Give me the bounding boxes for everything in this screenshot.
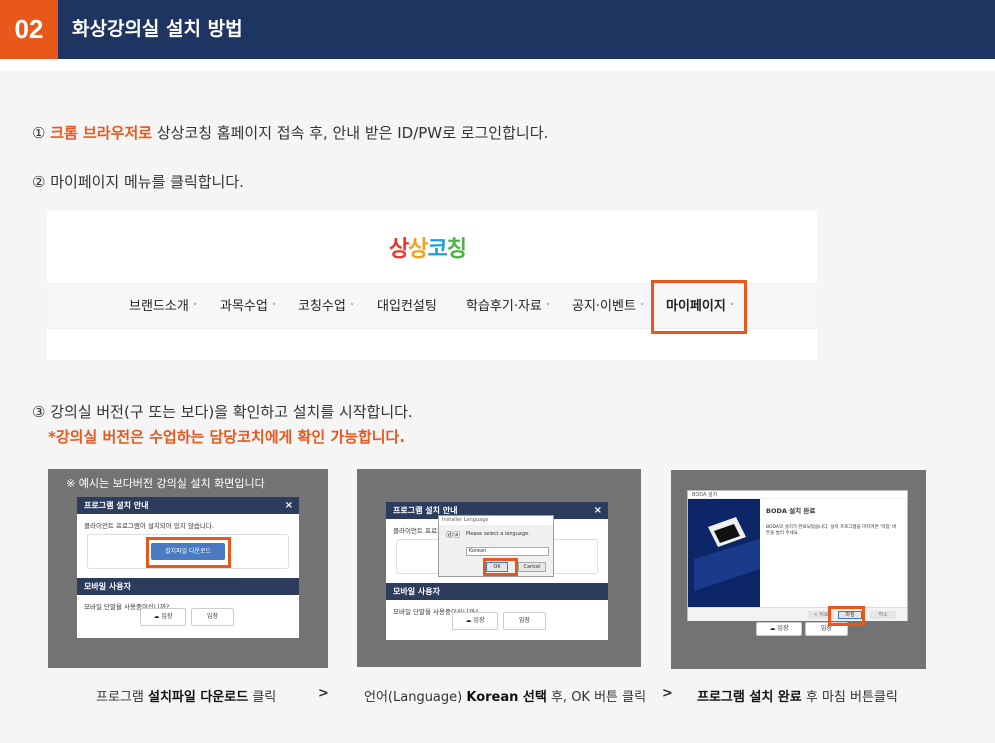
caption-bold: Korean 선택 bbox=[466, 690, 547, 705]
section-title: 화상강의실 설치 방법 bbox=[72, 18, 243, 40]
header-divider bbox=[0, 59, 995, 71]
chevron-down-icon: ˅ bbox=[271, 303, 277, 313]
logo-char-3: 코 bbox=[427, 237, 448, 262]
cancel-button[interactable]: 취소 bbox=[870, 611, 896, 619]
logo-char-1: 상 bbox=[389, 237, 409, 262]
caption-bold: 프로그램 설치 완료 bbox=[697, 690, 802, 705]
caption-text: 후 마침 버튼클릭 bbox=[801, 690, 898, 705]
boda-mascot-icon bbox=[694, 517, 760, 591]
nav-item-reviews[interactable]: 학습후기·자료 ˅ bbox=[466, 284, 550, 330]
mobile-header: 모바일 사용자 bbox=[386, 583, 608, 600]
caption-language: 언어(Language) Korean 선택 후, OK 버튼 클릭 bbox=[364, 686, 646, 705]
step-2: ② 마이페이지 메뉴를 클릭합니다. bbox=[32, 173, 244, 191]
install-complete-heading: BODA 설치 완료 bbox=[766, 507, 816, 515]
cancel-button[interactable]: Cancel bbox=[518, 562, 546, 572]
caption-text: 언어(Language) bbox=[364, 690, 467, 705]
installer-footer: < 뒤로 마침 취소 bbox=[688, 607, 907, 621]
ios-enter-button[interactable]: 입장 bbox=[503, 612, 546, 630]
dialog-header: 프로그램 설치 안내 × bbox=[77, 497, 299, 514]
nav-item-courses[interactable]: 과목수업 ˅ bbox=[220, 284, 276, 330]
caption-text: 프로그램 bbox=[96, 690, 148, 705]
dialog-title: 프로그램 설치 안내 bbox=[84, 501, 149, 510]
site-logo[interactable]: 상상코칭 bbox=[389, 231, 467, 263]
android-enter-button[interactable]: ☁ 입장 bbox=[140, 608, 186, 626]
website-preview: 상상코칭 브랜드소개 ˅ 과목수업 ˅ 코칭수업 ˅ 대입컨설팅 학습후기·자료 ˅ 공… bbox=[47, 211, 817, 360]
nav-label: 공지·이벤트 bbox=[572, 299, 636, 314]
close-icon[interactable]: × bbox=[594, 502, 602, 519]
ios-enter-button[interactable]: 입장 bbox=[191, 608, 234, 626]
nav-label: 과목수업 bbox=[220, 299, 268, 314]
nav-label: 대입컨설팅 bbox=[377, 299, 437, 314]
screenshot-language: 프로그램 설치 안내 × 클라이언트 프로그 모바일 사용자 모바일 단말을 사용… bbox=[357, 469, 641, 667]
step-1-text: 상상코칭 홈페이지 접속 후, 안내 받은 ID/PW로 로그인합니다. bbox=[156, 124, 549, 142]
nav-item-coaching[interactable]: 코칭수업 ˅ bbox=[298, 284, 354, 330]
step-1: ① 크롬 브라우저로 상상코칭 홈페이지 접속 후, 안내 받은 ID/PW로 … bbox=[32, 122, 548, 143]
screenshot-download: ※ 예시는 보다버전 강의실 설치 화면입니다 프로그램 설치 안내 × 클라이언… bbox=[48, 469, 328, 668]
nav-item-notice[interactable]: 공지·이벤트 ˅ bbox=[572, 284, 644, 330]
installer-banner bbox=[688, 499, 760, 607]
nav-item-admission[interactable]: 대입컨설팅 bbox=[377, 284, 437, 330]
android-enter-button[interactable]: ☁ 입장 bbox=[452, 612, 498, 630]
language-select[interactable]: Korean bbox=[466, 547, 549, 556]
chevron-down-icon: ˅ bbox=[639, 303, 645, 313]
android-enter-button[interactable]: ☁ 입장 bbox=[756, 622, 802, 636]
dialog-text: 클라이언트 프로그램이 설치되어 있지 않습니다. bbox=[84, 522, 214, 530]
download-box: 설치파일 다운로드 bbox=[87, 534, 289, 569]
language-dialog-title: Installer Language bbox=[439, 516, 553, 525]
caption-text: 클릭 bbox=[248, 690, 277, 705]
boda-logo-icon: ⓓⓐ bbox=[446, 531, 460, 539]
step-3: ③ 강의실 버전(구 또는 보다)을 확인하고 설치를 시작합니다. bbox=[32, 403, 413, 421]
mobile-title: 모바일 사용자 bbox=[84, 582, 131, 591]
boda-installer: BODA 설치 BODA 설치 완료 BODA의 설치가 완료되었습니다. 설치… bbox=[687, 490, 908, 621]
logo-char-4: 칭 bbox=[446, 237, 467, 262]
step-3-note: *강의실 버전은 수업하는 담당코치에게 확인 가능합니다. bbox=[48, 428, 406, 446]
mypage-highlight bbox=[651, 280, 747, 334]
caption-finish: 프로그램 설치 완료 후 마침 버튼클릭 bbox=[697, 686, 898, 705]
chevron-down-icon: ˅ bbox=[192, 303, 198, 313]
dialog-title: 프로그램 설치 안내 bbox=[393, 506, 458, 515]
nav-label: 코칭수업 bbox=[298, 299, 346, 314]
mobile-title: 모바일 사용자 bbox=[393, 587, 440, 596]
install-complete-body: BODA의 설치가 완료되었습니다. 설치 프로그램을 마치려면 '마침' 버튼… bbox=[766, 525, 897, 536]
nav-label: 학습후기·자료 bbox=[466, 299, 542, 314]
install-dialog: 프로그램 설치 안내 × 클라이언트 프로그램이 설치되어 있지 않습니다. 설치… bbox=[77, 497, 299, 638]
download-highlight bbox=[146, 537, 231, 568]
close-icon[interactable]: × bbox=[285, 497, 293, 514]
installer-title: BODA 설치 bbox=[688, 491, 907, 499]
mobile-text: 모바일 단말을 사용중이십니까? bbox=[84, 603, 170, 611]
finish-highlight bbox=[828, 606, 865, 626]
chevron-down-icon: ˅ bbox=[349, 303, 355, 313]
nav-label: 브랜드소개 bbox=[129, 299, 189, 314]
caption-text: 후, OK 버튼 클릭 bbox=[546, 690, 647, 705]
step-1-marker: ① bbox=[32, 124, 46, 142]
screenshot-finish: ☁ 입장 입장 BODA 설치 BODA 설치 완료 BODA의 설치가 완료되… bbox=[671, 470, 926, 669]
logo-char-2: 상 bbox=[408, 237, 428, 262]
mobile-header: 모바일 사용자 bbox=[77, 578, 299, 595]
ok-highlight bbox=[483, 558, 518, 576]
example-caption: ※ 예시는 보다버전 강의실 설치 화면입니다 bbox=[66, 477, 265, 490]
section-number: 02 bbox=[0, 0, 58, 59]
arrow-right-icon: > bbox=[318, 686, 329, 701]
arrow-right-icon: > bbox=[662, 686, 673, 701]
language-prompt: Please select a language. bbox=[466, 531, 530, 537]
language-value: Korean bbox=[469, 548, 487, 554]
caption-bold: 설치파일 다운로드 bbox=[147, 690, 249, 705]
chevron-down-icon: ˅ bbox=[545, 303, 551, 313]
step-1-highlight: 크롬 브라우저로 bbox=[50, 124, 153, 142]
nav-item-brand[interactable]: 브랜드소개 ˅ bbox=[129, 284, 197, 330]
caption-download: 프로그램 설치파일 다운로드 클릭 bbox=[96, 686, 276, 705]
section-header: 02 화상강의실 설치 방법 bbox=[0, 0, 995, 59]
